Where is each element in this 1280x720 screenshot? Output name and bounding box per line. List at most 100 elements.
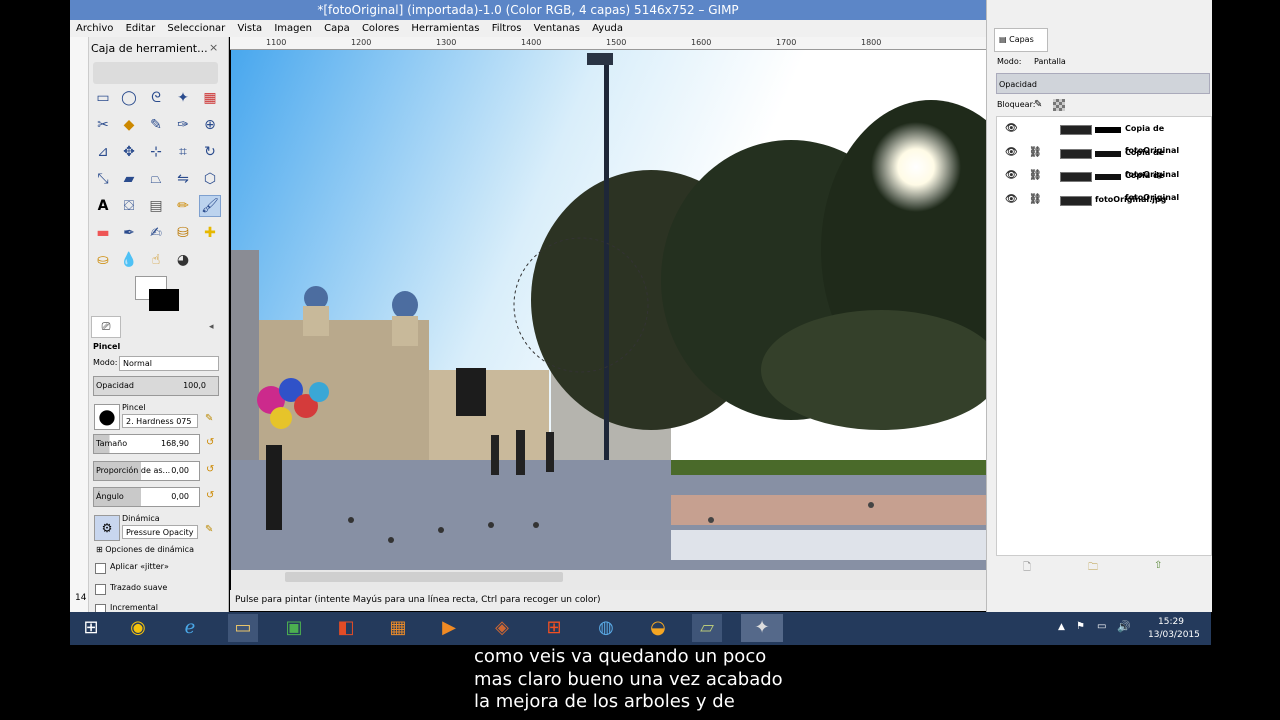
menu-colores[interactable]: Colores xyxy=(362,23,399,34)
network-icon[interactable]: ▭ xyxy=(1097,621,1106,632)
paths-icon[interactable]: ✎ xyxy=(146,115,166,135)
media-app-icon[interactable]: ◈ xyxy=(487,614,517,642)
menu-imagen[interactable]: Imagen xyxy=(274,23,312,34)
angle-slider[interactable]: Ángulo 0,00 xyxy=(93,487,200,507)
layer-row[interactable]: 👁 ⛓ Copia de fotoOriginal xyxy=(997,165,1210,202)
action-center-icon[interactable]: ⚑ xyxy=(1076,621,1085,632)
layers-opacity-slider[interactable]: Opacidad xyxy=(996,73,1210,94)
mode-select[interactable]: Normal xyxy=(119,356,219,371)
tab-menu-icon[interactable]: ◂ xyxy=(209,322,214,332)
dynamics-options-expander[interactable]: ⊞ Opciones de dinámica xyxy=(96,545,194,554)
menu-capa[interactable]: Capa xyxy=(324,23,350,34)
chain-icon[interactable]: ⛓ xyxy=(1029,189,1042,211)
visibility-eye-icon[interactable]: 👁 xyxy=(1005,118,1018,140)
pencil-icon[interactable]: ✏ xyxy=(173,196,193,216)
bucket-fill-icon[interactable]: ⛋ xyxy=(119,196,139,216)
smudge-icon[interactable]: ☝ xyxy=(146,250,166,270)
heal-icon[interactable]: ✚ xyxy=(200,223,220,243)
layer-row[interactable]: 👁 ⛓ fotoOriginal.jpg xyxy=(997,189,1210,211)
windows-apps-icon[interactable]: ⊞ xyxy=(539,614,569,642)
layers-mode-value[interactable]: Pantalla xyxy=(1034,57,1066,66)
reset-angle-icon[interactable]: ↺ xyxy=(206,490,214,501)
chrome-icon[interactable]: ◉ xyxy=(123,614,153,642)
color-picker-icon[interactable]: ✑ xyxy=(173,115,193,135)
office-icon[interactable]: ◧ xyxy=(331,614,361,642)
clock[interactable]: 15:29 13/03/2015 xyxy=(1148,616,1200,642)
menu-ayuda[interactable]: Ayuda xyxy=(592,23,623,34)
measure-icon[interactable]: ⊿ xyxy=(93,142,113,162)
toolbox-close-icon[interactable]: × xyxy=(209,41,218,54)
scale-icon[interactable]: ⤡ xyxy=(93,169,113,189)
edit-brush-icon[interactable]: ✎ xyxy=(205,413,213,424)
chain-icon[interactable]: ⛓ xyxy=(1029,165,1042,187)
lasso-icon[interactable]: ᘓ xyxy=(146,88,166,108)
browser-app-icon[interactable]: ◍ xyxy=(591,614,621,642)
menu-seleccionar[interactable]: Seleccionar xyxy=(167,23,225,34)
image-canvas[interactable] xyxy=(231,50,986,570)
gimp-app-icon[interactable]: ✦ xyxy=(741,614,783,642)
raise-layer-icon[interactable]: ⇧ xyxy=(1154,560,1162,571)
lock-pixels-icon[interactable]: ✎ xyxy=(1034,99,1042,110)
scissors-icon[interactable]: ✂ xyxy=(93,115,113,135)
flip-icon[interactable]: ⇋ xyxy=(173,169,193,189)
menu-vista[interactable]: Vista xyxy=(237,23,262,34)
layer-row[interactable]: 👁 Copia de fotoOriginal xyxy=(997,118,1210,155)
perspective-clone-icon[interactable]: ⛀ xyxy=(93,250,113,270)
shear-icon[interactable]: ▰ xyxy=(119,169,139,189)
edit-dynamics-icon[interactable]: ✎ xyxy=(205,524,213,535)
dodge-burn-icon[interactable]: ◕ xyxy=(173,250,193,270)
visibility-eye-icon[interactable]: 👁 xyxy=(1005,165,1018,187)
menu-editar[interactable]: Editar xyxy=(126,23,156,34)
ellipse-select-icon[interactable]: ◯ xyxy=(119,88,139,108)
reset-aspect-icon[interactable]: ↺ xyxy=(206,464,214,475)
new-layer-icon[interactable]: 🗋 xyxy=(1023,560,1031,577)
brush-preview-icon[interactable]: ● xyxy=(94,404,120,430)
dynamics-preview-icon[interactable]: ⚙ xyxy=(94,515,120,541)
windows-start-icon[interactable]: ⊞ xyxy=(76,614,106,642)
notes-app-icon[interactable]: ▱ xyxy=(692,614,722,642)
horizontal-ruler[interactable]: 1100 1200 1300 1400 1500 1600 1700 1800 xyxy=(230,37,986,50)
move-icon[interactable]: ✥ xyxy=(119,142,139,162)
ink-icon[interactable]: ✍ xyxy=(146,223,166,243)
crop-icon[interactable]: ⌗ xyxy=(173,142,193,162)
visibility-eye-icon[interactable]: 👁 xyxy=(1005,189,1018,211)
file-explorer-icon[interactable]: ▭ xyxy=(228,614,258,642)
blend-icon[interactable]: ▤ xyxy=(146,196,166,216)
menu-ventanas[interactable]: Ventanas xyxy=(534,23,580,34)
fuzzy-select-icon[interactable]: ✦ xyxy=(173,88,193,108)
opacity-slider[interactable]: Opacidad 100,0 xyxy=(93,376,219,396)
cage-icon[interactable]: ⬡ xyxy=(200,169,220,189)
zoom-icon[interactable]: ⊕ xyxy=(200,115,220,135)
rect-select-icon[interactable]: ▭ xyxy=(93,88,113,108)
align-icon[interactable]: ⊹ xyxy=(146,142,166,162)
foreground-select-icon[interactable]: ◆ xyxy=(119,115,139,135)
lock-alpha-icon[interactable] xyxy=(1053,99,1065,111)
app-icon[interactable]: ◒ xyxy=(643,614,673,642)
rotate-icon[interactable]: ↻ xyxy=(200,142,220,162)
text-tool-icon[interactable]: A xyxy=(93,196,113,216)
store-icon[interactable]: ▣ xyxy=(279,614,309,642)
horizontal-scrollbar[interactable] xyxy=(285,572,563,582)
menu-filtros[interactable]: Filtros xyxy=(492,23,522,34)
reset-size-icon[interactable]: ↺ xyxy=(206,437,214,448)
chain-icon[interactable]: ⛓ xyxy=(1029,142,1042,164)
layers-tab[interactable]: ▤ Capas xyxy=(994,28,1048,52)
jitter-checkbox[interactable] xyxy=(95,563,106,574)
menu-archivo[interactable]: Archivo xyxy=(76,23,113,34)
perspective-icon[interactable]: ⏢ xyxy=(146,169,166,189)
smooth-checkbox[interactable] xyxy=(95,584,106,595)
paintbrush-icon[interactable]: 🖌 xyxy=(199,195,221,217)
internet-explorer-icon[interactable]: ℯ xyxy=(175,614,205,642)
clone-icon[interactable]: ⛁ xyxy=(173,223,193,243)
tool-options-tab-icon[interactable]: ⎚ xyxy=(91,316,121,338)
menu-herramientas[interactable]: Herramientas xyxy=(411,23,479,34)
new-group-icon[interactable]: 🗀 xyxy=(1088,560,1098,577)
layer-row[interactable]: 👁 ⛓ Copia de fotoOriginal xyxy=(997,142,1210,179)
eraser-icon[interactable]: ▬ xyxy=(93,223,113,243)
color-select-icon[interactable]: ▦ xyxy=(200,88,220,108)
blur-icon[interactable]: 💧 xyxy=(119,250,139,270)
background-color[interactable] xyxy=(149,289,179,311)
brush-field[interactable]: 2. Hardness 075 xyxy=(122,414,198,428)
visibility-eye-icon[interactable]: 👁 xyxy=(1005,142,1018,164)
airbrush-icon[interactable]: ✒ xyxy=(119,223,139,243)
